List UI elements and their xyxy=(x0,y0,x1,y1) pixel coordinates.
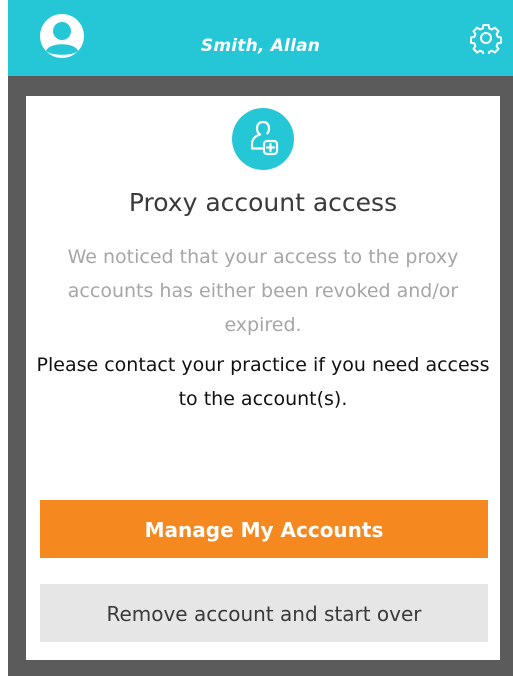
proxy-user-plus-icon xyxy=(232,108,294,170)
dialog-title: Proxy account access xyxy=(128,188,398,217)
remove-account-button[interactable]: Remove account and start over xyxy=(40,584,488,642)
access-notice-text: We noticed that your access to the proxy… xyxy=(67,246,459,336)
proxy-access-dialog: Proxy account access We noticed that you… xyxy=(26,96,500,660)
user-name: Smith, Allan xyxy=(200,36,321,56)
contact-practice-text: Please contact your practice if you need… xyxy=(36,354,490,410)
app-header: Smith, Allan xyxy=(8,0,513,76)
manage-accounts-button[interactable]: Manage My Accounts xyxy=(40,500,488,558)
gear-icon[interactable] xyxy=(469,22,503,57)
